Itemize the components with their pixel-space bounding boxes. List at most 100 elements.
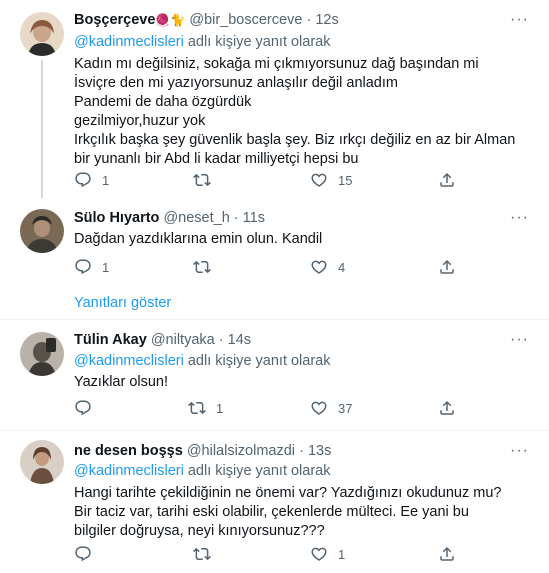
thread-line xyxy=(41,60,43,198)
like-count: 4 xyxy=(338,259,346,275)
timestamp[interactable]: 13s xyxy=(308,443,331,459)
like-count: 37 xyxy=(338,400,353,416)
name-emoji: 🧶🐈 xyxy=(155,13,186,27)
reply-to-suffix: adlı kişiye yanıt olarak xyxy=(183,34,331,50)
reply-button[interactable] xyxy=(74,544,102,564)
tweet-text-line: gezilmiyor,huzur yok xyxy=(74,113,206,129)
separator-dot: · xyxy=(233,210,239,226)
avatar[interactable] xyxy=(20,209,64,253)
like-count: 1 xyxy=(338,546,346,562)
reply-icon xyxy=(74,258,92,276)
avatar[interactable] xyxy=(20,440,64,484)
separator-dot: · xyxy=(218,332,224,348)
reply-count: 1 xyxy=(102,259,110,275)
retweet-button[interactable] xyxy=(193,257,221,277)
user-handle[interactable]: @bir_boscerceve xyxy=(189,12,302,28)
reply-to-suffix: adlı kişiye yanıt olarak xyxy=(183,463,331,479)
share-icon xyxy=(438,258,456,276)
tweet-boscerceve[interactable]: Boşçerçeve🧶🐈 @bir_boscerceve · 12s ··· @… xyxy=(0,0,549,200)
share-icon xyxy=(438,545,456,563)
retweet-icon xyxy=(193,545,211,563)
like-count: 15 xyxy=(338,172,353,188)
retweet-icon xyxy=(193,171,211,189)
retweet-count: 1 xyxy=(216,400,224,416)
timestamp[interactable]: 14s xyxy=(228,332,251,348)
like-button[interactable]: 4 xyxy=(310,257,345,277)
tweet-text-line: Yazıklar olsun! xyxy=(74,374,169,390)
tweet-text: Yazıklar olsun! xyxy=(74,373,524,392)
avatar-image xyxy=(20,12,64,56)
like-button[interactable]: 37 xyxy=(310,398,352,418)
reply-button[interactable]: 1 xyxy=(74,257,109,277)
mention-link[interactable]: @kadinmeclisleri xyxy=(74,463,184,479)
share-button[interactable] xyxy=(438,544,456,564)
avatar[interactable] xyxy=(20,12,64,56)
more-icon[interactable]: ··· xyxy=(510,331,529,349)
reply-to-line: @kadinmeclisleri adlı kişiye yanıt olara… xyxy=(74,352,331,370)
retweet-icon xyxy=(193,258,211,276)
tweet-hilalsizolmazdi[interactable]: ne desen boşşs @hilalsizolmazdi · 13s ··… xyxy=(0,431,549,573)
user-handle[interactable]: @niltyaka xyxy=(151,332,215,348)
tweet-header: Boşçerçeve🧶🐈 @bir_boscerceve · 12s xyxy=(74,11,339,29)
reply-to-suffix: adlı kişiye yanıt olarak xyxy=(183,353,331,369)
reply-button[interactable] xyxy=(74,398,102,418)
share-button[interactable] xyxy=(438,257,456,277)
display-name[interactable]: Sülo Hıyarto xyxy=(74,210,159,226)
tweet-actions: 1 xyxy=(74,544,454,564)
tweet-niltyaka[interactable]: Tülin Akay @niltyaka · 14s ··· @kadinmec… xyxy=(0,320,549,430)
heart-icon xyxy=(310,258,328,276)
user-handle[interactable]: @neset_h xyxy=(163,210,229,226)
tweet-header: Tülin Akay @niltyaka · 14s xyxy=(74,331,251,349)
tweet-header: ne desen boşşs @hilalsizolmazdi · 13s xyxy=(74,442,331,460)
retweet-icon xyxy=(188,399,206,417)
reply-icon xyxy=(74,171,92,189)
tweet-neset-h[interactable]: Sülo Hıyarto @neset_h · 11s ··· Dağdan y… xyxy=(0,200,549,320)
reply-icon xyxy=(74,545,92,563)
timestamp[interactable]: 11s xyxy=(243,210,265,226)
more-icon[interactable]: ··· xyxy=(510,11,529,29)
timestamp[interactable]: 12s xyxy=(315,12,338,28)
tweet-actions: 1 4 xyxy=(74,257,454,277)
share-button[interactable] xyxy=(438,170,456,190)
tweet-text: Kadın mı değilsiniz, sokağa mi çıkmıyors… xyxy=(74,55,524,169)
like-button[interactable]: 15 xyxy=(310,170,352,190)
tweet-actions: 1 37 xyxy=(74,398,454,418)
avatar-image xyxy=(20,440,64,484)
share-icon xyxy=(438,399,456,417)
reply-count: 1 xyxy=(102,172,110,188)
mention-link[interactable]: @kadinmeclisleri xyxy=(74,34,184,50)
reply-to-line: @kadinmeclisleri adlı kişiye yanıt olara… xyxy=(74,33,331,51)
more-icon[interactable]: ··· xyxy=(510,209,529,227)
retweet-button[interactable]: 1 xyxy=(188,398,223,418)
reply-button[interactable]: 1 xyxy=(74,170,109,190)
avatar[interactable] xyxy=(20,332,64,376)
retweet-button[interactable] xyxy=(193,544,221,564)
heart-icon xyxy=(310,399,328,417)
tweet-text-line: Dağdan yazdıklarına emin olun. Kandil xyxy=(74,231,323,247)
display-name[interactable]: Boşçerçeve xyxy=(74,12,155,28)
retweet-button[interactable] xyxy=(193,170,221,190)
reply-to-line: @kadinmeclisleri adlı kişiye yanıt olara… xyxy=(74,462,331,480)
like-button[interactable]: 1 xyxy=(310,544,345,564)
share-button[interactable] xyxy=(438,398,456,418)
tweet-actions: 1 15 xyxy=(74,170,454,190)
display-name[interactable]: Tülin Akay xyxy=(74,332,147,348)
tweet-text-line: Pandemi de daha özgürdük xyxy=(74,94,252,110)
separator-dot: · xyxy=(299,443,304,459)
separator-dot: · xyxy=(306,12,312,28)
heart-icon xyxy=(310,545,328,563)
display-name[interactable]: ne desen boşşs xyxy=(74,443,183,459)
user-handle[interactable]: @hilalsizolmazdi xyxy=(187,443,295,459)
heart-icon xyxy=(310,171,328,189)
more-icon[interactable]: ··· xyxy=(510,442,529,460)
tweet-text: Dağdan yazdıklarına emin olun. Kandil xyxy=(74,230,524,249)
tweet-text-line: Hangi tarihte çekildiğinin ne önemi var?… xyxy=(74,485,502,539)
avatar-image xyxy=(20,209,64,253)
tweet-text-line: Kadın mı değilsiniz, sokağa mi çıkmıyors… xyxy=(74,56,479,91)
tweet-text-line: Irkçılık başka şey güvenlik başla şey. B… xyxy=(74,132,516,167)
tweet-text: Hangi tarihte çekildiğinin ne önemi var?… xyxy=(74,484,514,541)
tweet-header: Sülo Hıyarto @neset_h · 11s xyxy=(74,209,265,227)
mention-link[interactable]: @kadinmeclisleri xyxy=(74,353,184,369)
reply-icon xyxy=(74,399,92,417)
show-replies-link[interactable]: Yanıtları göster xyxy=(74,294,171,312)
